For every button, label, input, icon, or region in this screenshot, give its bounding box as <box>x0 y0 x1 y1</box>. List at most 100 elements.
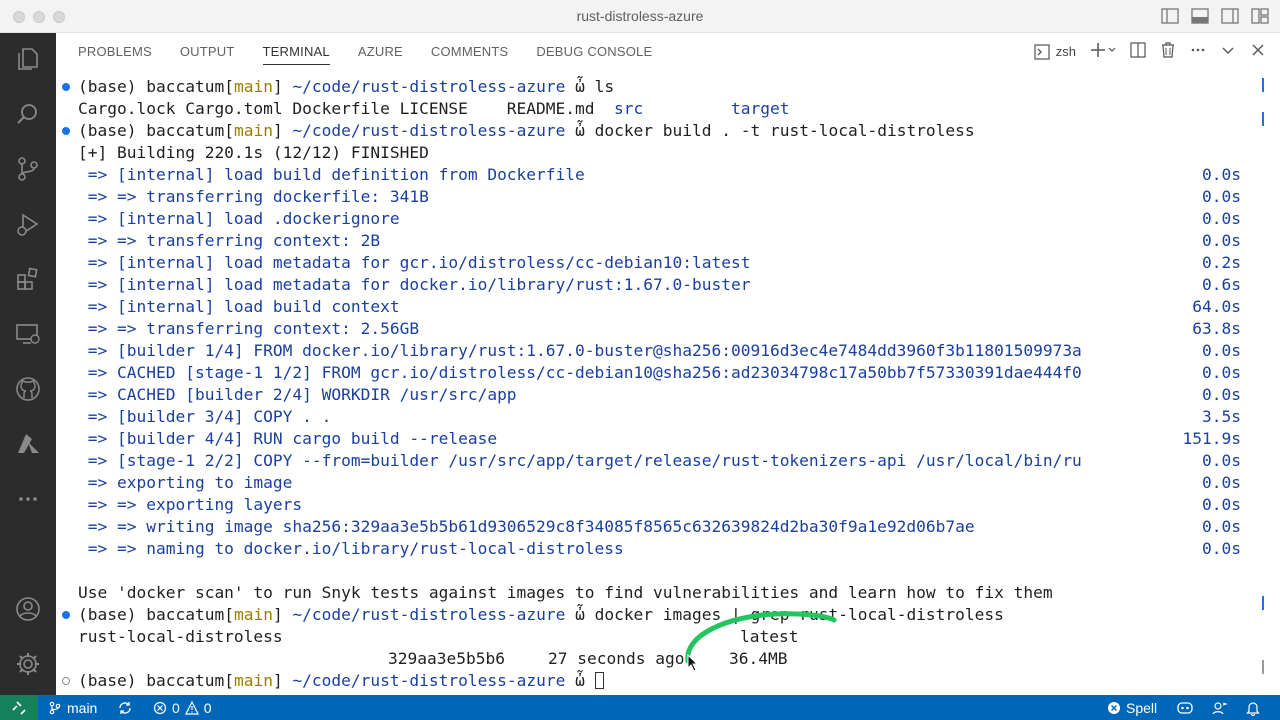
prompt-line: (base) baccatum[main] ~/code/rust-distro… <box>78 605 1004 624</box>
build-step: => CACHED [builder 2/4] WORKDIR /usr/src… <box>78 385 517 404</box>
image-created: 27 seconds ago <box>548 649 685 668</box>
tab-terminal[interactable]: TERMINAL <box>262 33 331 70</box>
branch-name: main <box>67 699 98 716</box>
azure-icon[interactable] <box>0 424 56 464</box>
scroll-marker <box>1262 112 1264 126</box>
build-step: => => exporting layers <box>78 495 303 514</box>
github-icon[interactable] <box>0 369 56 409</box>
copilot-icon[interactable] <box>1176 695 1194 720</box>
close-panel-icon[interactable] <box>1250 42 1266 61</box>
build-step-time: 0.0s <box>1202 385 1241 404</box>
tab-debug-console[interactable]: DEBUG CONSOLE <box>536 33 652 70</box>
terminal-selector[interactable]: zsh <box>1034 43 1076 60</box>
build-step: => [internal] load metadata for gcr.io/d… <box>78 253 751 272</box>
command-status-dot[interactable] <box>62 611 70 619</box>
toggle-sidebar-icon[interactable] <box>1160 6 1180 26</box>
chevron-down-icon[interactable] <box>1220 42 1236 61</box>
search-icon[interactable] <box>0 94 56 134</box>
more-actions-icon[interactable] <box>1190 42 1206 61</box>
build-step-time: 0.0s <box>1202 341 1241 360</box>
branch-icon <box>49 701 61 714</box>
build-step-time: 0.0s <box>1202 517 1241 536</box>
command-status-dot[interactable] <box>62 677 70 685</box>
build-step-time: 0.6s <box>1202 275 1241 294</box>
panel-tabs: PROBLEMS OUTPUT TERMINAL AZURE COMMENTS … <box>78 33 652 70</box>
terminal-icon <box>1034 43 1050 60</box>
shell-label: zsh <box>1055 44 1076 59</box>
error-icon <box>153 701 167 714</box>
build-step-time: 0.0s <box>1202 165 1241 184</box>
accounts-icon[interactable] <box>0 589 56 629</box>
sync-icon[interactable] <box>118 695 132 720</box>
build-step-time: 151.9s <box>1182 429 1241 448</box>
build-step: => => naming to docker.io/library/rust-l… <box>78 539 624 558</box>
panel-header: PROBLEMS OUTPUT TERMINAL AZURE COMMENTS … <box>56 33 1280 70</box>
prompt-line: (base) baccatum[main] ~/code/rust-distro… <box>78 77 615 96</box>
customize-layout-icon[interactable] <box>1250 6 1270 26</box>
settings-gear-icon[interactable] <box>0 644 56 684</box>
explorer-icon[interactable] <box>0 39 56 79</box>
spell-label: Spell <box>1126 699 1158 716</box>
image-repository: rust-local-distroless <box>78 627 283 646</box>
terminal[interactable]: (base) baccatum[main] ~/code/rust-distro… <box>56 76 1266 692</box>
toggle-panel-icon[interactable] <box>1190 6 1210 26</box>
build-step-time: 0.2s <box>1202 253 1241 272</box>
build-step: => exporting to image <box>78 473 293 492</box>
annotation-stroke <box>685 611 837 664</box>
remote-indicator[interactable] <box>0 695 38 720</box>
prompt-line: (base) baccatum[main] ~/code/rust-distro… <box>78 670 604 692</box>
scan-hint: Use 'docker scan' to run Snyk tests agai… <box>78 583 1053 602</box>
new-terminal-icon[interactable] <box>1090 42 1116 61</box>
scroll-marker <box>1262 78 1264 92</box>
notifications-bell-icon[interactable] <box>1246 695 1260 720</box>
spell-indicator[interactable]: Spell <box>1107 695 1157 720</box>
scroll-marker <box>1262 660 1264 674</box>
build-step: => [internal] load build context <box>78 297 400 316</box>
warning-icon <box>184 700 199 715</box>
build-step-time: 0.0s <box>1202 363 1241 382</box>
remote-explorer-icon[interactable] <box>0 314 56 354</box>
window-title: rust-distroless-azure <box>576 8 704 24</box>
trash-icon[interactable] <box>1160 42 1176 61</box>
command-text: ls <box>594 77 615 96</box>
build-step-time: 64.0s <box>1192 297 1241 316</box>
tab-output[interactable]: OUTPUT <box>180 33 235 70</box>
feedback-icon[interactable] <box>1212 695 1228 720</box>
tab-problems[interactable]: PROBLEMS <box>78 33 152 70</box>
build-step-time: 63.8s <box>1192 319 1241 338</box>
ls-output: Cargo.lock Cargo.toml Dockerfile LICENSE… <box>78 99 790 118</box>
build-step: => [builder 3/4] COPY . . <box>78 407 332 426</box>
extensions-icon[interactable] <box>0 259 56 299</box>
build-step-time: 0.0s <box>1202 473 1241 492</box>
build-step: => => transferring dockerfile: 341B <box>78 187 429 206</box>
command-status-dot[interactable] <box>62 127 70 135</box>
build-step-time: 0.0s <box>1202 209 1241 228</box>
build-step-time: 0.0s <box>1202 451 1241 470</box>
build-step: => [stage-1 2/2] COPY --from=builder /us… <box>78 451 1082 470</box>
image-id: 329aa3e5b5b6 <box>388 649 505 668</box>
build-step-time: 0.0s <box>1202 231 1241 250</box>
mouse-pointer-icon <box>687 654 699 672</box>
more-views-icon[interactable] <box>0 479 56 519</box>
build-header: [+] Building 220.1s (12/12) FINISHED <box>78 143 429 162</box>
split-terminal-icon[interactable] <box>1130 42 1146 61</box>
error-count: 0 <box>172 699 180 716</box>
tab-azure[interactable]: AZURE <box>358 33 403 70</box>
build-step: => => transferring context: 2B <box>78 231 381 250</box>
activity-bar <box>0 33 56 695</box>
branch-indicator[interactable]: main <box>48 695 97 720</box>
build-step: => [internal] load build definition from… <box>78 165 585 184</box>
build-step: => [internal] load metadata for docker.i… <box>78 275 751 294</box>
remote-icon <box>12 700 26 715</box>
run-debug-icon[interactable] <box>0 204 56 244</box>
build-step: => [builder 1/4] FROM docker.io/library/… <box>78 341 1082 360</box>
command-status-dot[interactable] <box>62 83 70 91</box>
status-bar: main 0 0 Spell <box>0 695 1280 720</box>
toggle-secondary-sidebar-icon[interactable] <box>1220 6 1240 26</box>
build-step: => CACHED [stage-1 1/2] FROM gcr.io/dist… <box>78 363 1082 382</box>
problems-indicator[interactable]: 0 0 <box>153 695 212 720</box>
tab-comments[interactable]: COMMENTS <box>431 33 508 70</box>
build-step-time: 0.0s <box>1202 187 1241 206</box>
build-step-time: 0.0s <box>1202 495 1241 514</box>
source-control-icon[interactable] <box>0 149 56 189</box>
